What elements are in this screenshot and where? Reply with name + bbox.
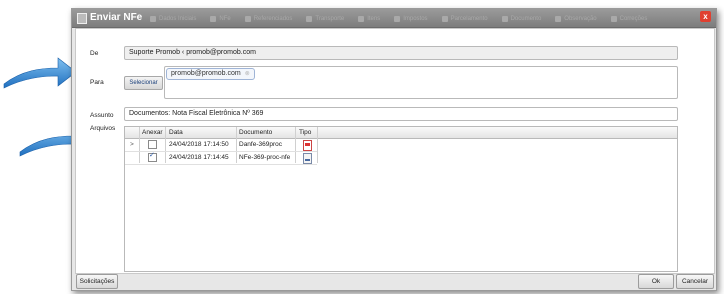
table-row[interactable]: > 24/04/2018 17:14:50 Danfe-369proc bbox=[125, 139, 677, 151]
tab-documento: Documento bbox=[501, 14, 541, 24]
tab-parcelamento: Parcelamento bbox=[441, 14, 488, 24]
cell-data: 24/04/2018 17:14:50 bbox=[169, 141, 229, 148]
remove-recipient-icon[interactable]: ⊗ bbox=[245, 71, 250, 77]
tab-correcoes: Correções bbox=[610, 14, 647, 24]
arquivos-label: Arquivos bbox=[90, 125, 116, 132]
col-tipo[interactable]: Tipo bbox=[299, 129, 311, 136]
footer-bar: Solicitações Ok Cancelar bbox=[72, 273, 716, 290]
email-form: De Suporte Promob ‹ promob@promob.com Pa… bbox=[75, 28, 715, 274]
tab-dados-iniciais: Dados Iniciais bbox=[150, 14, 196, 24]
cell-data: 24/04/2018 17:14:45 bbox=[169, 154, 229, 161]
title-bar[interactable]: Enviar NFe Dados Iniciais NFe Referencia… bbox=[72, 9, 716, 28]
assunto-input[interactable]: Documentos: Nota Fiscal Eletrônica Nº 36… bbox=[124, 107, 678, 121]
tab-itens: Itens bbox=[358, 14, 380, 24]
xml-file-icon bbox=[303, 153, 312, 164]
de-value: Suporte Promob ‹ promob@promob.com bbox=[129, 49, 256, 56]
tab-transporte: Transporte bbox=[306, 14, 344, 24]
table-row[interactable]: 24/04/2018 17:14:45 NFe-369-proc-nfe bbox=[125, 151, 677, 164]
ok-button[interactable]: Ok bbox=[638, 274, 674, 289]
enviar-nfe-dialog: Enviar NFe Dados Iniciais NFe Referencia… bbox=[71, 8, 717, 291]
solicitacoes-button[interactable]: Solicitações bbox=[76, 274, 118, 289]
de-field: Suporte Promob ‹ promob@promob.com bbox=[124, 46, 678, 60]
tab-referenciados: Referenciados bbox=[244, 14, 292, 24]
assunto-value: Documentos: Nota Fiscal Eletrônica Nº 36… bbox=[129, 110, 264, 117]
cancel-button[interactable]: Cancelar bbox=[676, 274, 714, 289]
row-marker: > bbox=[130, 141, 134, 148]
document-icon bbox=[77, 13, 87, 24]
background-tabs: Dados Iniciais NFe Referenciados Transpo… bbox=[150, 14, 661, 24]
para-label: Para bbox=[90, 79, 104, 86]
tab-impostos: Impostos bbox=[394, 14, 428, 24]
anexar-checkbox[interactable] bbox=[148, 140, 157, 149]
attachments-grid: Anexar Data Documento Tipo > 24/04/2018 … bbox=[124, 126, 678, 272]
col-documento[interactable]: Documento bbox=[239, 129, 272, 136]
cell-documento: Danfe-369proc bbox=[239, 141, 282, 148]
recipient-chip[interactable]: promob@promob.com ⊗ bbox=[166, 68, 255, 80]
selecionar-button[interactable]: Selecionar bbox=[124, 76, 163, 90]
grid-header: Anexar Data Documento Tipo bbox=[125, 127, 677, 139]
anexar-checkbox[interactable] bbox=[148, 151, 157, 162]
pdf-file-icon bbox=[303, 140, 312, 151]
de-label: De bbox=[90, 50, 99, 57]
tab-observacao: Observação bbox=[555, 14, 597, 24]
assunto-label: Assunto bbox=[90, 112, 114, 119]
tab-nfe: NFe bbox=[210, 14, 231, 24]
col-anexar[interactable]: Anexar bbox=[142, 129, 163, 136]
arrow-right-icon bbox=[3, 57, 77, 89]
recipient-chip-label: promob@promob.com bbox=[171, 70, 241, 77]
dialog-title: Enviar NFe bbox=[90, 12, 143, 23]
close-icon[interactable]: x bbox=[700, 11, 711, 22]
cell-documento: NFe-369-proc-nfe bbox=[239, 154, 291, 161]
col-data[interactable]: Data bbox=[169, 129, 183, 136]
